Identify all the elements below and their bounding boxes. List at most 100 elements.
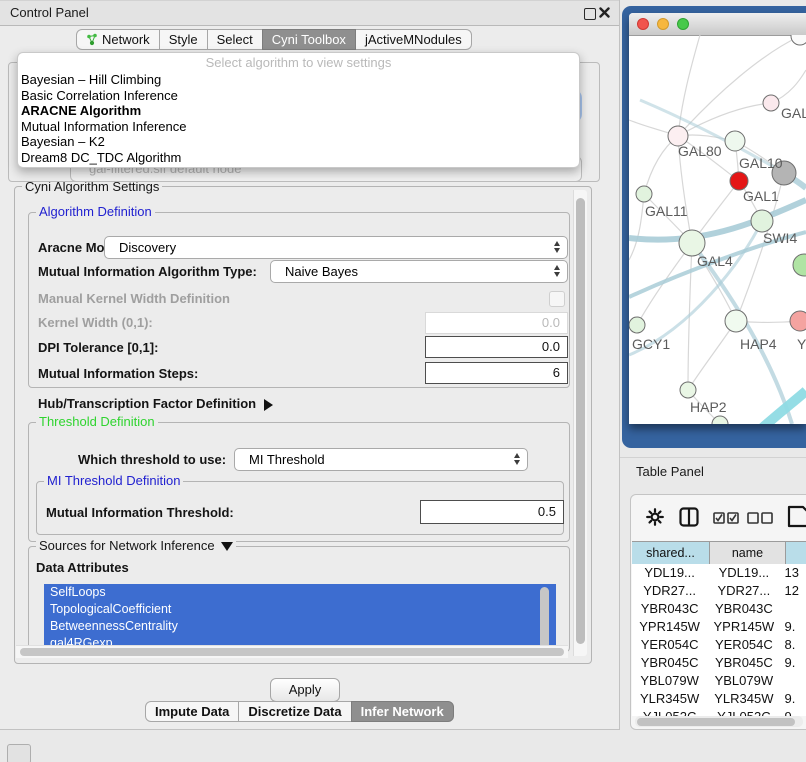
tab-style[interactable]: Style — [159, 29, 208, 50]
tab-label: jActiveMNodules — [365, 30, 462, 49]
node-label: GCY1 — [632, 336, 670, 352]
table-cell: YPR145W — [707, 618, 780, 636]
table-row[interactable]: YDR27...YDR27...12 — [632, 582, 806, 600]
network-edge — [688, 321, 736, 390]
column-header[interactable] — [786, 542, 806, 564]
table-row[interactable]: YJL052CYJL052C9. — [632, 708, 806, 716]
expand-arrow-icon — [264, 399, 273, 411]
node-label: GAL11 — [645, 203, 688, 219]
apply-button[interactable]: Apply — [270, 678, 340, 702]
table-row[interactable]: YER054CYER054C8. — [632, 636, 806, 654]
scrollbar-thumb[interactable] — [576, 198, 585, 644]
algorithm-option[interactable]: Basic Correlation Inference — [18, 88, 579, 104]
node-label: SWI4 — [763, 230, 797, 246]
network-canvas[interactable]: GALGAL80GAL10GAL1GAL11SWI4GAL4GCY1HAP4YH… — [629, 35, 806, 424]
table-cell: YPR145W — [632, 618, 707, 636]
dpi-tolerance-field[interactable]: 0.0 — [425, 336, 568, 358]
document-icon[interactable] — [787, 504, 806, 529]
combo-stepper-icon — [514, 453, 520, 465]
close-icon[interactable] — [599, 7, 610, 18]
tab-infer-network[interactable]: Infer Network — [351, 701, 454, 722]
table-card: shared...name YDL19...YDL19...13YDR27...… — [630, 494, 806, 730]
zoom-traffic-light-icon[interactable] — [677, 18, 689, 30]
node-label: GAL10 — [739, 155, 783, 171]
network-node[interactable] — [629, 317, 645, 333]
table-cell — [781, 672, 806, 690]
minimize-traffic-light-icon[interactable] — [657, 18, 669, 30]
mi-threshold-field[interactable]: 0.5 — [420, 500, 564, 524]
table-row[interactable]: YBL079WYBL079W — [632, 672, 806, 690]
network-node[interactable] — [793, 254, 806, 276]
gear-icon[interactable] — [646, 508, 664, 526]
deselect-all-checkboxes-icon[interactable] — [747, 512, 773, 524]
column-header[interactable]: shared... — [632, 542, 710, 564]
kernel-width-field[interactable]: 0.0 — [425, 312, 568, 334]
network-edge — [678, 103, 771, 136]
aracne-mode-combobox[interactable]: Discovery — [104, 236, 568, 259]
network-edge — [637, 243, 692, 325]
table-cell: YBL079W — [707, 672, 780, 690]
algorithm-option[interactable]: Dream8 DC_TDC Algorithm — [18, 150, 579, 166]
table-row[interactable]: YPR145WYPR145W9. — [632, 618, 806, 636]
tab-jactivemnodules[interactable]: jActiveMNodules — [355, 29, 472, 50]
table-cell: 8. — [781, 636, 806, 654]
network-node[interactable] — [751, 210, 773, 232]
network-node[interactable] — [680, 382, 696, 398]
which-threshold-combobox[interactable]: MI Threshold — [234, 448, 528, 471]
algorithm-dropdown-popup: Select algorithm to view settings Bayesi… — [17, 52, 580, 168]
network-window-titlebar — [629, 13, 806, 36]
list-scrollbar-thumb[interactable] — [540, 587, 549, 649]
tab-impute-data[interactable]: Impute Data — [145, 701, 239, 722]
algorithm-option[interactable]: Bayesian – K2 — [18, 134, 579, 150]
data-attributes-list: SelfLoopsTopologicalCoefficientBetweenne… — [44, 584, 556, 652]
scrollbar-thumb[interactable] — [20, 648, 564, 656]
network-node[interactable] — [763, 95, 779, 111]
tab-select[interactable]: Select — [207, 29, 263, 50]
network-edge — [692, 243, 792, 424]
tab-cyni-toolbox[interactable]: Cyni Toolbox — [262, 29, 356, 50]
network-node[interactable] — [791, 35, 806, 45]
mi-type-combobox[interactable]: Naive Bayes — [270, 260, 568, 283]
table-cell: YER054C — [632, 636, 707, 654]
select-all-checkboxes-icon[interactable] — [713, 512, 739, 524]
which-threshold-label: Which threshold to use: — [78, 452, 226, 467]
control-panel-titlebar: Control Panel — [0, 0, 619, 26]
table-cell: YDL19... — [632, 564, 707, 582]
minimized-panel-icon[interactable] — [7, 744, 31, 762]
table-row[interactable]: YBR045CYBR045C9. — [632, 654, 806, 672]
control-panel-window: Control Panel Network StyleSelectCyni Too… — [0, 0, 620, 730]
data-attribute-item[interactable]: SelfLoops — [44, 584, 556, 601]
data-attribute-item[interactable]: BetweennessCentrality — [44, 618, 556, 635]
algorithm-option[interactable]: Bayesian – Hill Climbing — [18, 72, 579, 88]
network-node[interactable] — [725, 310, 747, 332]
mi-steps-field[interactable]: 6 — [425, 362, 568, 384]
float-window-icon[interactable] — [584, 8, 596, 20]
table-panel-title: Table Panel — [636, 464, 704, 479]
algorithm-option[interactable]: Mutual Information Inference — [18, 119, 579, 135]
table-row[interactable]: YBR043CYBR043C — [632, 600, 806, 618]
data-attribute-item[interactable]: TopologicalCoefficient — [44, 601, 556, 618]
tab-label: Network — [102, 30, 150, 49]
table-header-row: shared...name — [632, 541, 806, 565]
scrollbar-thumb[interactable] — [637, 718, 795, 726]
close-traffic-light-icon[interactable] — [637, 18, 649, 30]
table-row[interactable]: YDL19...YDL19...13 — [632, 564, 806, 582]
table-row[interactable]: YLR345WYLR345W9. — [632, 690, 806, 708]
node-label: GAL80 — [678, 143, 722, 159]
network-node[interactable] — [725, 131, 745, 151]
network-node[interactable] — [790, 311, 806, 331]
node-label: GAL — [781, 105, 806, 121]
network-node[interactable] — [636, 186, 652, 202]
column-header[interactable]: name — [710, 542, 786, 564]
manual-kernel-checkbox[interactable] — [549, 291, 565, 307]
settings-horizontal-scrollbar — [16, 645, 568, 658]
sources-title-toggle[interactable]: Sources for Network Inference — [36, 539, 236, 553]
tab-discretize-data[interactable]: Discretize Data — [238, 701, 351, 722]
hub-definition-toggle[interactable]: Hub/Transcription Factor Definition — [38, 396, 273, 411]
column-layout-icon[interactable] — [679, 507, 699, 527]
tab-network[interactable]: Network — [76, 29, 160, 50]
algorithm-option[interactable]: ARACNE Algorithm — [18, 103, 579, 119]
table-cell: 12 — [781, 582, 806, 600]
network-node[interactable] — [712, 416, 728, 424]
network-icon — [86, 33, 98, 46]
